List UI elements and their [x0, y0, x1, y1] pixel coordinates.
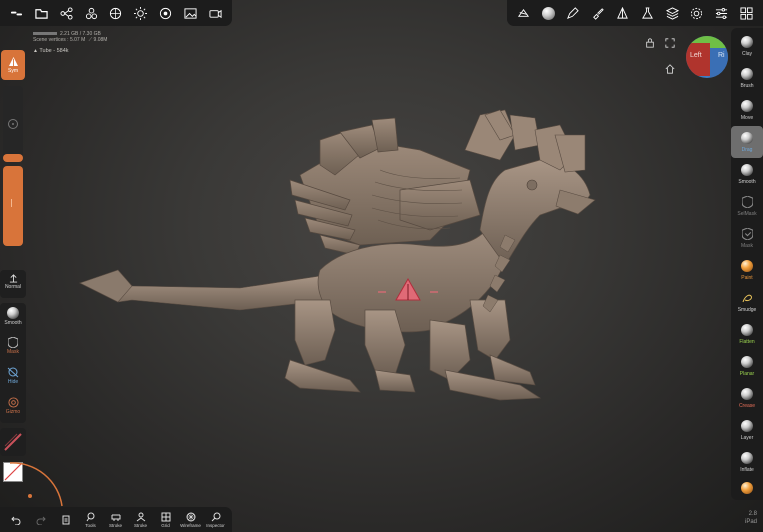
color-picker-icon[interactable] [3, 432, 23, 452]
symmetry-icon [8, 56, 18, 66]
more-sphere-icon [741, 482, 753, 494]
tool-move[interactable]: Move [731, 94, 763, 126]
tool-smudge[interactable]: Smudge [731, 286, 763, 318]
gizmo-icon [7, 397, 19, 408]
intensity-icon [11, 199, 15, 207]
version-device: iPad [744, 519, 757, 525]
hide-shortcut[interactable]: Hide [0, 367, 26, 385]
smooth-sphere-icon [741, 163, 753, 176]
normal-button[interactable]: Normal [0, 274, 26, 290]
tool-flatten[interactable]: Flatten [731, 318, 763, 350]
search-icon [86, 512, 94, 521]
paint-sphere-icon [741, 259, 753, 272]
tool-label: Layer [740, 434, 754, 441]
tool-label: Clay [741, 50, 752, 57]
bottom-tool-label: Stroke [133, 522, 147, 528]
arrow-up-icon [9, 274, 17, 283]
tool-label: Inflate [740, 466, 754, 473]
redo-icon [36, 516, 46, 525]
layer-sphere-icon [741, 419, 753, 432]
bottom-toolbar: Tools Stroke Stroke Grid Wireframe Inspe… [0, 507, 232, 532]
stroke-icon [111, 514, 120, 521]
mask-shield-icon [741, 227, 753, 240]
radius-slider[interactable] [3, 86, 23, 161]
tool-selmask[interactable]: SelMask [731, 190, 763, 222]
tool-layer[interactable]: Layer [731, 414, 763, 446]
grid-icon [161, 512, 170, 521]
tool-more[interactable] [731, 476, 763, 500]
dragon-model[interactable] [0, 0, 763, 532]
bottom-tool-label: Grid [161, 522, 170, 528]
drag-sphere-icon [741, 131, 753, 144]
tool-label: Move [740, 114, 754, 121]
crease-sphere-icon [741, 387, 753, 400]
tools-button[interactable]: Tools [78, 507, 103, 532]
tool-label: SelMask [737, 210, 757, 217]
tool-label: Smooth [738, 178, 756, 185]
tool-label: Drag [741, 146, 753, 153]
tool-mask[interactable]: Mask [731, 222, 763, 254]
smooth-label: Smooth [4, 320, 22, 326]
version-label: 2.8 iPad [745, 510, 757, 526]
normal-label: Normal [4, 284, 22, 290]
undo-icon [10, 516, 20, 525]
wireframe-button[interactable]: Wireframe [178, 507, 203, 532]
tool-label: Mask [741, 242, 753, 249]
radius-slider-fill [3, 154, 23, 162]
left-panel: Sym Normal Smooth Mask Hide Gizmo [0, 0, 26, 482]
selmask-shield-icon [741, 195, 753, 208]
move-sphere-icon [741, 99, 753, 112]
tool-planar[interactable]: Planar [731, 350, 763, 382]
inspector-icon [211, 512, 220, 521]
undo-button[interactable] [3, 507, 28, 532]
save-button[interactable] [53, 507, 78, 532]
grid-button[interactable]: Grid [153, 507, 178, 532]
flatten-sphere-icon [741, 323, 753, 336]
tool-paint[interactable]: Paint [731, 254, 763, 286]
tool-clay[interactable]: Clay [731, 30, 763, 62]
tool-label: Flatten [739, 338, 755, 345]
bottom-tool-label: Wireframe [180, 522, 201, 528]
bottom-tool-label: Inspector [206, 522, 225, 528]
shield-icon [8, 337, 18, 348]
planar-sphere-icon [741, 355, 753, 368]
mask-label: Mask [7, 349, 19, 355]
right-tools-panel: Clay Brush Move Drag Smooth SelMask Mask… [731, 28, 763, 500]
gizmo-shortcut[interactable]: Gizmo [0, 397, 26, 415]
mask-shortcut[interactable]: Mask [0, 337, 26, 355]
stroke-button-2[interactable]: Stroke [128, 507, 153, 532]
tool-label: Smudge [737, 306, 757, 313]
inspector-button[interactable]: Inspector [203, 507, 228, 532]
tool-smooth[interactable]: Smooth [731, 158, 763, 190]
tool-label: Brush [740, 82, 754, 89]
clipboard-icon [62, 515, 69, 524]
clay-sphere-icon [741, 35, 753, 48]
sym-label: Sym [8, 67, 18, 74]
tool-label: Planar [739, 370, 755, 377]
smooth-shortcut[interactable]: Smooth [0, 307, 26, 326]
intensity-slider[interactable] [3, 166, 23, 246]
stroke-button-1[interactable]: Stroke [103, 507, 128, 532]
smudge-icon [742, 294, 752, 302]
stack-icon [136, 512, 145, 521]
hide-icon [7, 367, 19, 378]
tool-label: Paint [741, 274, 753, 281]
hide-label: Hide [7, 379, 19, 385]
tool-drag[interactable]: Drag [731, 126, 763, 158]
tool-brush[interactable]: Brush [731, 62, 763, 94]
gizmo-label: Gizmo [5, 409, 21, 415]
version-number: 2.8 [748, 511, 757, 517]
bottom-tool-label: Stroke [108, 522, 122, 528]
tool-crease[interactable]: Crease [731, 382, 763, 414]
sym-button[interactable]: Sym [1, 50, 25, 80]
brush-sphere-icon [741, 67, 753, 80]
redo-button[interactable] [28, 507, 53, 532]
tool-inflate[interactable]: Inflate [731, 446, 763, 478]
smooth-sphere-icon [7, 307, 19, 319]
wireframe-icon [186, 512, 195, 521]
inflate-sphere-icon [741, 451, 753, 464]
bottom-tool-label: Tools [85, 522, 96, 528]
tool-label: Crease [738, 402, 756, 409]
